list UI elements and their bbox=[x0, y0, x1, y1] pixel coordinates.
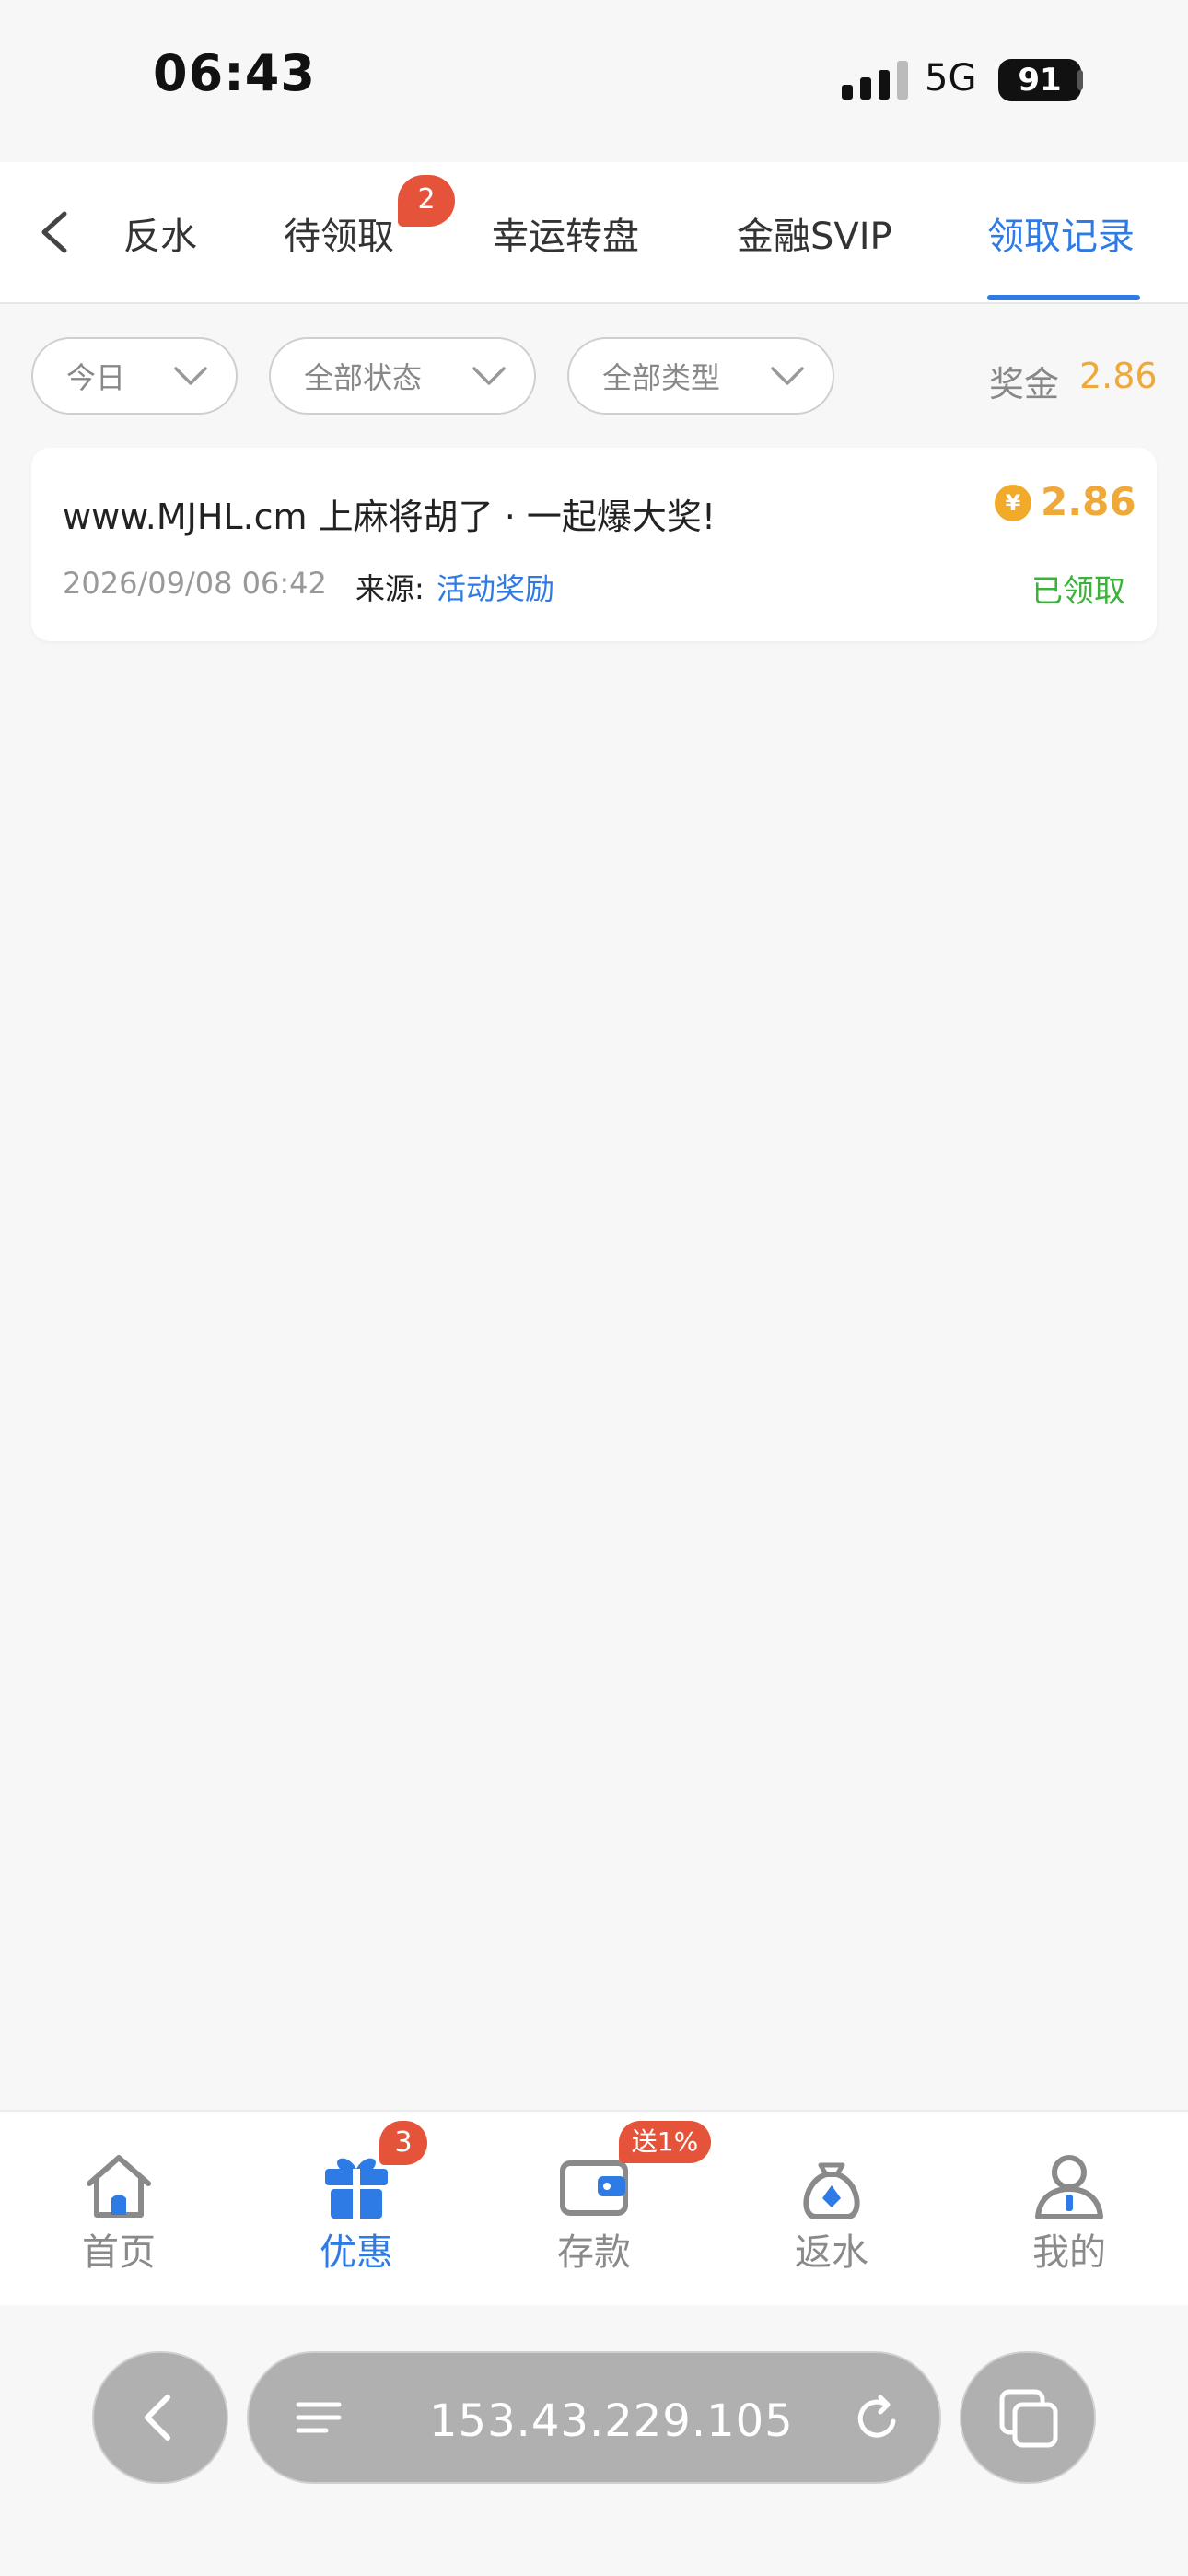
record-title: www.MJHL.cm 上麻将胡了 · 一起爆大奖! bbox=[63, 497, 716, 537]
coin-icon: ¥ bbox=[995, 485, 1031, 521]
status-filter-dropdown[interactable]: 全部状态 bbox=[269, 337, 536, 415]
menu-lines-icon[interactable] bbox=[295, 2399, 343, 2436]
battery-indicator: 91 bbox=[998, 59, 1081, 101]
tab-claim-history[interactable]: 领取记录 bbox=[987, 206, 1135, 260]
active-tab-indicator bbox=[987, 295, 1140, 300]
nav-promotions[interactable]: 3 优惠 bbox=[238, 2112, 475, 2307]
chevron-down-icon bbox=[174, 367, 207, 385]
top-tab-bar: 反水 待领取 2 幸运转盘 金融SVIP 领取记录 bbox=[0, 162, 1188, 304]
record-status: 已领取 bbox=[1031, 573, 1125, 610]
money-bag-icon bbox=[803, 2162, 860, 2219]
bonus-total-label: 奖金 bbox=[989, 364, 1060, 404]
back-chevron-icon[interactable] bbox=[35, 210, 76, 254]
address-bar[interactable]: 153.43.229.105 bbox=[247, 2351, 941, 2484]
back-arrow-icon bbox=[145, 2395, 170, 2441]
nav-rebate-label: 返水 bbox=[795, 2231, 868, 2274]
cellular-signal-icon bbox=[842, 61, 908, 100]
pending-count-badge: 2 bbox=[398, 175, 455, 227]
nav-promotions-label: 优惠 bbox=[320, 2231, 393, 2274]
nav-profile[interactable]: 我的 bbox=[950, 2112, 1188, 2307]
claim-record-card: www.MJHL.cm 上麻将胡了 · 一起爆大奖! ¥ 2.86 2026/0… bbox=[31, 448, 1157, 641]
nav-deposit[interactable]: 送1% 存款 bbox=[475, 2112, 713, 2307]
browser-toolbar: 153.43.229.105 bbox=[0, 2305, 1188, 2576]
browser-back-button[interactable] bbox=[92, 2351, 228, 2484]
bottom-navigation: 首页 3 优惠 送1% 存款 返水 我的 bbox=[0, 2110, 1188, 2307]
reload-icon[interactable] bbox=[853, 2394, 903, 2443]
record-source-value: 活动奖励 bbox=[437, 571, 555, 606]
nav-rebate[interactable]: 返水 bbox=[713, 2112, 950, 2307]
status-filter-label: 全部状态 bbox=[304, 360, 423, 395]
tab-lucky-wheel[interactable]: 幸运转盘 bbox=[492, 206, 639, 260]
deposit-bonus-badge: 送1% bbox=[619, 2121, 711, 2163]
date-filter-dropdown[interactable]: 今日 bbox=[31, 337, 238, 415]
record-timestamp: 2026/09/08 06:42 bbox=[63, 566, 327, 601]
user-icon bbox=[1035, 2155, 1103, 2219]
chevron-down-icon bbox=[771, 367, 804, 385]
tab-finance-svip[interactable]: 金融SVIP bbox=[737, 206, 892, 260]
bonus-total-value: 2.86 bbox=[1079, 356, 1158, 396]
tabs-icon bbox=[999, 2389, 1058, 2448]
tab-rebate[interactable]: 反水 bbox=[123, 206, 197, 260]
tab-pending[interactable]: 待领取 bbox=[284, 206, 394, 260]
network-type: 5G bbox=[925, 57, 977, 100]
browser-tabs-button[interactable] bbox=[960, 2351, 1096, 2484]
date-filter-label: 今日 bbox=[66, 360, 126, 395]
type-filter-dropdown[interactable]: 全部类型 bbox=[567, 337, 834, 415]
record-source-label: 来源: bbox=[355, 571, 425, 606]
url-text: 153.43.229.105 bbox=[429, 2395, 794, 2447]
home-icon bbox=[87, 2155, 151, 2218]
battery-cap-icon bbox=[1077, 70, 1083, 90]
nav-home-label: 首页 bbox=[82, 2231, 156, 2274]
status-time: 06:43 bbox=[153, 44, 316, 102]
type-filter-label: 全部类型 bbox=[602, 360, 721, 395]
nav-home[interactable]: 首页 bbox=[0, 2112, 238, 2307]
record-amount: 2.86 bbox=[1041, 479, 1136, 524]
promotions-badge: 3 bbox=[379, 2121, 427, 2165]
nav-profile-label: 我的 bbox=[1032, 2231, 1106, 2274]
chevron-down-icon bbox=[472, 367, 506, 385]
nav-deposit-label: 存款 bbox=[557, 2231, 631, 2274]
